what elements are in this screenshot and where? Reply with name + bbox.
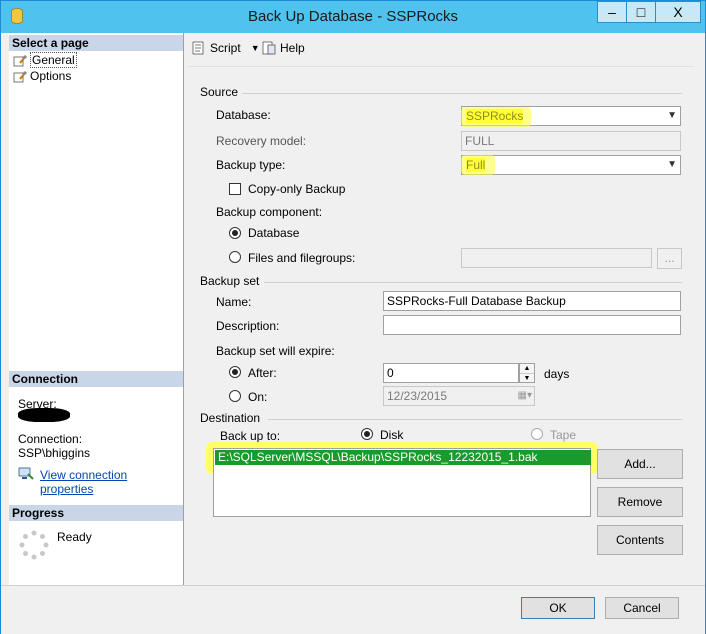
backup-component-label: Backup component: (216, 205, 323, 219)
wrench-page-icon (13, 55, 27, 67)
expire-on-label: On: (248, 390, 268, 404)
minimize-button[interactable]: ‒ (597, 1, 627, 23)
help-label: Help (280, 41, 305, 55)
expire-label: Backup set will expire: (216, 344, 335, 358)
connection-value: SSP\bhiggins (18, 446, 91, 460)
name-label: Name: (216, 295, 252, 309)
backup-to-label: Back up to: (220, 429, 281, 443)
maximize-button[interactable]: □ (626, 1, 656, 23)
destination-group-label: Destination (200, 411, 261, 425)
ok-button[interactable]: OK (521, 597, 595, 619)
disk-radio[interactable] (361, 428, 373, 440)
description-label: Description: (216, 319, 280, 333)
component-database-label: Database (248, 226, 300, 240)
connection-properties-icon (18, 467, 34, 480)
copy-only-checkbox[interactable] (229, 183, 241, 195)
expire-days-field[interactable]: 0 (383, 363, 519, 383)
help-icon (262, 41, 276, 55)
expire-date-field: 12/23/2015 ▦▾ (383, 386, 535, 406)
copy-only-label: Copy-only Backup (248, 182, 346, 196)
contents-button[interactable]: Contents (597, 525, 683, 555)
select-page-header: Select a page (9, 35, 183, 51)
filegroups-field (461, 248, 652, 268)
component-files-radio[interactable] (229, 251, 241, 263)
description-field[interactable] (383, 315, 681, 335)
spin-up-icon[interactable]: ▲ (520, 364, 534, 374)
backup-type-combo[interactable]: Full ▼ (461, 155, 681, 175)
backup-type-label: Backup type: (216, 158, 286, 172)
backup-type-value: Full (466, 158, 486, 172)
dialog-button-bar: OK Cancel (1, 585, 705, 634)
script-button[interactable]: Script ▼ (192, 41, 260, 55)
progress-header: Progress (9, 505, 183, 521)
page-item-general[interactable]: General (13, 52, 77, 68)
toolbar-divider (188, 66, 694, 67)
source-group-label: Source (200, 85, 239, 99)
expire-on-radio[interactable] (229, 390, 241, 402)
script-label: Script (210, 41, 241, 55)
redacted-server-name (18, 408, 70, 422)
help-button[interactable]: Help (262, 41, 305, 55)
backup-set-group-label: Backup set (200, 274, 260, 288)
browse-filegroups-button[interactable]: ... (657, 248, 682, 269)
expire-date-value: 12/23/2015 (387, 389, 448, 403)
database-label: Database: (216, 108, 271, 122)
main-panel: Script ▼ Help Source Database: SSPRocks … (184, 33, 698, 585)
progress-spinner-icon (19, 530, 49, 560)
connection-label: Connection: (18, 432, 83, 446)
destination-divider (268, 419, 682, 420)
backup-set-divider (264, 282, 682, 283)
close-button[interactable]: X (655, 1, 701, 23)
component-files-label: Files and filegroups: (248, 251, 356, 265)
title-bar[interactable]: Back Up Database - SSPRocks ‒ □ X (1, 1, 705, 33)
database-combo[interactable]: SSPRocks ▼ (461, 106, 681, 126)
backup-database-dialog: Back Up Database - SSPRocks ‒ □ X Select… (0, 0, 706, 634)
remove-destination-button[interactable]: Remove (597, 487, 683, 517)
tape-radio[interactable] (531, 428, 543, 440)
expire-after-label: After: (248, 366, 277, 380)
backup-name-field[interactable]: SSPRocks-Full Database Backup (383, 291, 681, 311)
cancel-button[interactable]: Cancel (605, 597, 679, 619)
chevron-down-icon[interactable]: ▼ (667, 156, 677, 174)
disk-label: Disk (380, 428, 404, 442)
chevron-down-icon[interactable]: ▼ (251, 43, 260, 53)
days-spinner[interactable]: ▲ ▼ (519, 363, 535, 383)
left-panel: Select a page General Options Connection… (9, 33, 184, 585)
days-label: days (544, 367, 570, 381)
recovery-model-field: FULL (461, 131, 681, 151)
progress-status: Ready (57, 530, 92, 544)
page-item-options[interactable]: Options (13, 68, 71, 84)
database-value: SSPRocks (466, 109, 524, 123)
chevron-down-icon[interactable]: ▼ (667, 107, 677, 125)
script-icon (192, 41, 204, 55)
page-item-label: Options (30, 69, 72, 83)
source-divider (242, 93, 682, 94)
expire-after-radio[interactable] (229, 366, 241, 378)
destination-list[interactable]: E:\SQLServer\MSSQL\Backup\SSPRocks_12232… (213, 448, 591, 517)
wrench-page-icon (13, 71, 27, 83)
view-connection-properties-link[interactable]: View connection properties (40, 468, 183, 496)
spin-down-icon[interactable]: ▼ (520, 374, 534, 383)
component-database-radio[interactable] (229, 227, 241, 239)
tape-label: Tape (550, 428, 577, 442)
destination-path-row[interactable]: E:\SQLServer\MSSQL\Backup\SSPRocks_12232… (215, 450, 591, 465)
add-destination-button[interactable]: Add... (597, 449, 683, 479)
calendar-icon: ▦▾ (517, 390, 532, 401)
recovery-model-label: Recovery model: (216, 134, 307, 148)
page-item-label: General (30, 52, 77, 68)
connection-header: Connection (9, 371, 183, 387)
